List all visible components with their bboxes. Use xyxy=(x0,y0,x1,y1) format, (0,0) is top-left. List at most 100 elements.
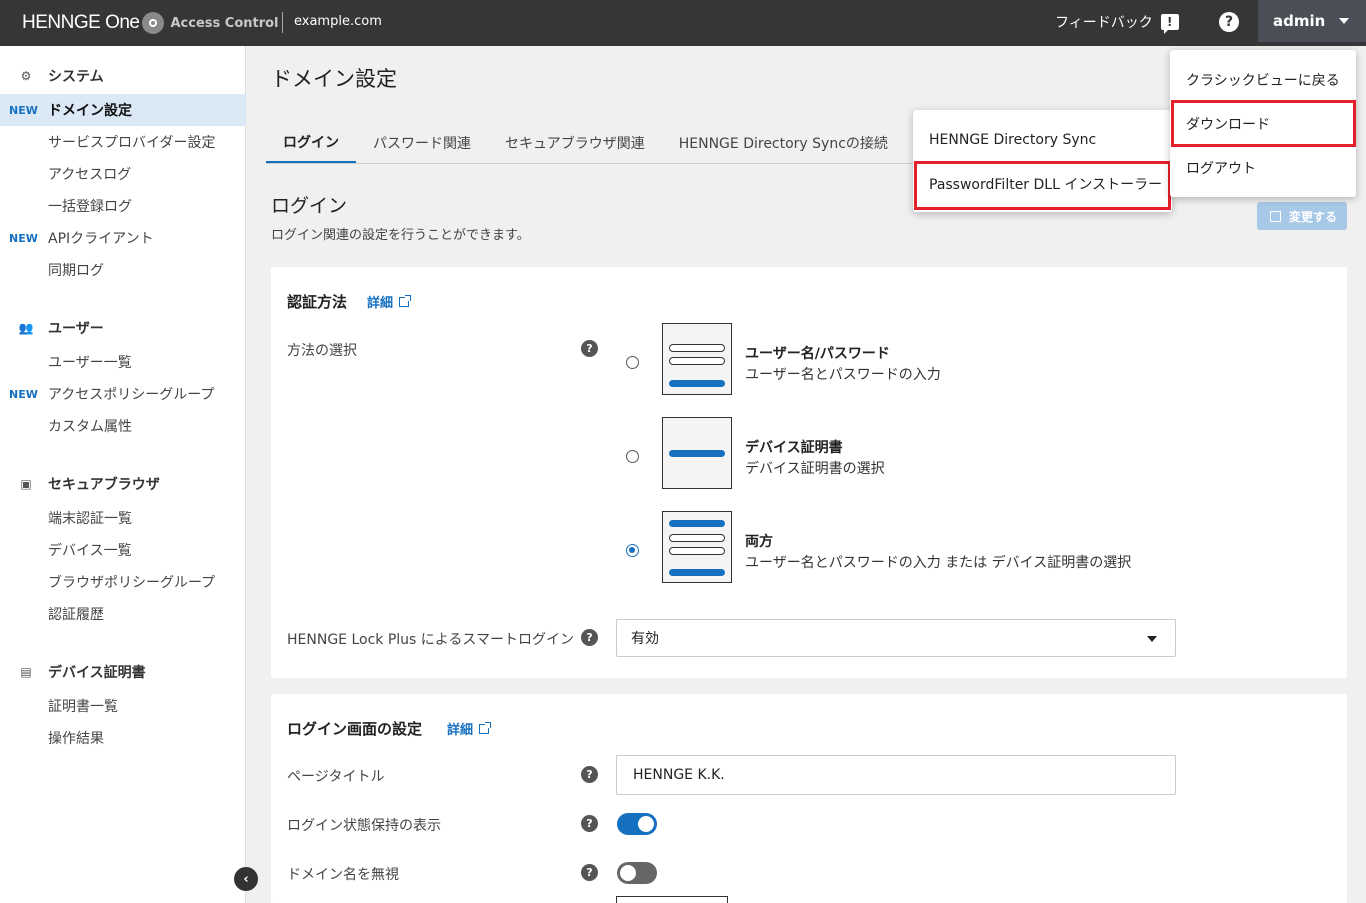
sidebar-section-secure-browser: ▣ セキュアブラウザ xyxy=(0,468,246,500)
user-menu-button[interactable]: admin xyxy=(1258,0,1366,42)
menu-item-logout[interactable]: ログアウト xyxy=(1170,146,1256,190)
partial-field xyxy=(616,896,728,903)
sidebar-item-label: サービスプロバイダー設定 xyxy=(48,135,216,151)
ignore-domain-label: ドメイン名を無視 xyxy=(287,867,399,883)
help-icon[interactable]: ? xyxy=(581,629,598,646)
sidebar-item-access-log[interactable]: アクセスログ xyxy=(0,158,246,190)
current-domain: example.com xyxy=(294,14,382,29)
sidebar-item-domain-settings[interactable]: NEW ドメイン設定 xyxy=(0,94,246,126)
radio-username-password[interactable] xyxy=(626,356,639,369)
sidebar-item-label: 証明書一覧 xyxy=(48,699,118,715)
help-icon[interactable]: ? xyxy=(581,340,598,357)
method-label: 方法の選択 xyxy=(287,343,357,359)
top-header: HENNGE One Access Control example.com フィ… xyxy=(0,0,1366,46)
tab-directory-sync[interactable]: HENNGE Directory Syncの接続 xyxy=(662,122,905,164)
sidebar-item-label: アクセスポリシーグループ xyxy=(48,387,215,403)
tab-password[interactable]: パスワード関連 xyxy=(356,122,488,164)
certificate-icon: ▤ xyxy=(20,665,32,679)
sidebar-item-label: カスタム属性 xyxy=(48,419,132,435)
help-icon[interactable]: ? xyxy=(1219,12,1239,32)
tab-secure-browser[interactable]: セキュアブラウザ関連 xyxy=(488,122,662,164)
page-title-label: ページタイトル xyxy=(287,769,385,785)
option-description: ユーザー名とパスワードの入力 xyxy=(745,367,941,383)
login-screen-detail-link[interactable]: 詳細 xyxy=(447,719,492,738)
login-screen-card: ログイン画面の設定 詳細 ページタイトル ? ログイン状態保持の表示 ? ドメイ… xyxy=(271,694,1347,903)
detail-link-label: 詳細 xyxy=(447,723,474,738)
menu-item-directory-sync[interactable]: HENNGE Directory Sync xyxy=(913,118,1096,162)
sidebar-item-certificate-list[interactable]: 証明書一覧 xyxy=(0,690,246,722)
sidebar-section-device-certificate: ▤ デバイス証明書 xyxy=(0,656,246,688)
sidebar-item-service-provider[interactable]: サービスプロバイダー設定 xyxy=(0,126,246,158)
sidebar-item-operation-results[interactable]: 操作結果 xyxy=(0,722,246,754)
sidebar-section-label: デバイス証明書 xyxy=(48,665,146,681)
sidebar-item-device-auth-list[interactable]: 端末認証一覧 xyxy=(0,502,246,534)
help-icon[interactable]: ? xyxy=(581,864,598,881)
section-description: ログイン関連の設定を行うことができます。 xyxy=(271,228,530,243)
sidebar-item-sync-log[interactable]: 同期ログ xyxy=(0,254,246,286)
henngeone-logo-icon xyxy=(142,12,165,34)
selected-value: 有効 xyxy=(631,631,659,647)
caret-down-icon xyxy=(1339,18,1350,24)
detail-link-label: 詳細 xyxy=(367,296,394,311)
collapse-sidebar-icon[interactable]: ‹ xyxy=(234,867,258,891)
sidebar-item-custom-attributes[interactable]: カスタム属性 xyxy=(0,410,246,442)
sidebar-item-label: 操作結果 xyxy=(48,731,104,747)
sidebar-section-system: ⚙ システム xyxy=(0,60,246,92)
users-icon: 👥 xyxy=(18,321,34,335)
brand-logo[interactable]: HENNGE One Access Control xyxy=(22,10,279,36)
sidebar-item-auth-history[interactable]: 認証履歴 xyxy=(0,598,246,630)
option-description: デバイス証明書の選択 xyxy=(745,461,885,477)
ignore-domain-toggle[interactable] xyxy=(617,862,657,884)
change-button-label: 変更する xyxy=(1288,209,1337,224)
sidebar-item-user-list[interactable]: ユーザー一覧 xyxy=(0,346,246,378)
sidebar-item-device-list[interactable]: デバイス一覧 xyxy=(0,534,246,566)
brand-name: HENNGE One xyxy=(22,12,140,33)
page-title-input[interactable] xyxy=(616,755,1176,795)
smart-login-select[interactable]: 有効 xyxy=(616,619,1176,657)
radio-both[interactable] xyxy=(626,544,639,557)
sidebar-item-label: ドメイン設定 xyxy=(48,103,132,119)
feedback-button[interactable]: フィードバック ! xyxy=(1055,12,1179,34)
help-icon[interactable]: ? xyxy=(581,815,598,832)
keep-login-toggle[interactable] xyxy=(617,813,657,835)
settings-tabs: ログイン パスワード関連 セキュアブラウザ関連 HENNGE Directory… xyxy=(266,122,905,164)
sidebar-item-api-client[interactable]: NEW APIクライアント xyxy=(0,222,246,254)
card-title: ログイン画面の設定 xyxy=(287,720,423,738)
sidebar-item-label: 認証履歴 xyxy=(48,607,104,623)
tab-login[interactable]: ログイン xyxy=(266,122,356,164)
highlight-download xyxy=(1171,100,1356,147)
sidebar-item-access-policy-group[interactable]: NEW アクセスポリシーグループ xyxy=(0,378,246,410)
username-password-thumbnail xyxy=(662,323,732,395)
sidebar-item-label: アクセスログ xyxy=(48,167,132,183)
radio-device-certificate[interactable] xyxy=(626,450,639,463)
sidebar-section-users: 👥 ユーザー xyxy=(0,312,246,344)
sidebar-item-bulk-log[interactable]: 一括登録ログ xyxy=(0,190,246,222)
auth-method-card: 認証方法 詳細 方法の選択 ? ユーザー名/パスワード ユーザー名とパスワードの… xyxy=(271,267,1347,678)
option-description: ユーザー名とパスワードの入力 または デバイス証明書の選択 xyxy=(745,555,1132,571)
help-icon[interactable]: ? xyxy=(581,766,598,783)
sidebar-item-label: 同期ログ xyxy=(48,263,104,279)
chevron-down-icon xyxy=(1147,636,1157,642)
sidebar-item-label: APIクライアント xyxy=(48,231,154,247)
sidebar-item-label: デバイス一覧 xyxy=(48,543,132,559)
sidebar-item-label: ユーザー一覧 xyxy=(48,355,132,371)
product-name: Access Control xyxy=(170,15,279,31)
card-title: 認証方法 xyxy=(287,293,348,311)
option-title: ユーザー名/パスワード xyxy=(745,346,890,362)
sidebar-section-label: ユーザー xyxy=(48,321,104,337)
feedback-icon: ! xyxy=(1160,14,1179,34)
user-name: admin xyxy=(1273,12,1326,30)
tabs-divider xyxy=(266,163,916,164)
option-title: 両方 xyxy=(745,534,773,550)
device-certificate-thumbnail xyxy=(662,417,732,489)
feedback-label: フィードバック xyxy=(1055,15,1153,31)
auth-detail-link[interactable]: 詳細 xyxy=(367,292,412,311)
sidebar-item-browser-policy-group[interactable]: ブラウザポリシーグループ xyxy=(0,566,246,598)
section-heading: ログイン xyxy=(271,195,348,217)
sidebar-section-label: システム xyxy=(48,69,104,85)
highlight-passwordfilter xyxy=(914,161,1171,210)
menu-item-classic-view[interactable]: クラシックビューに戻る xyxy=(1170,58,1340,102)
external-link-icon xyxy=(479,721,492,734)
change-button[interactable]: 変更する xyxy=(1257,202,1347,230)
page-title: ドメイン設定 xyxy=(271,67,397,91)
